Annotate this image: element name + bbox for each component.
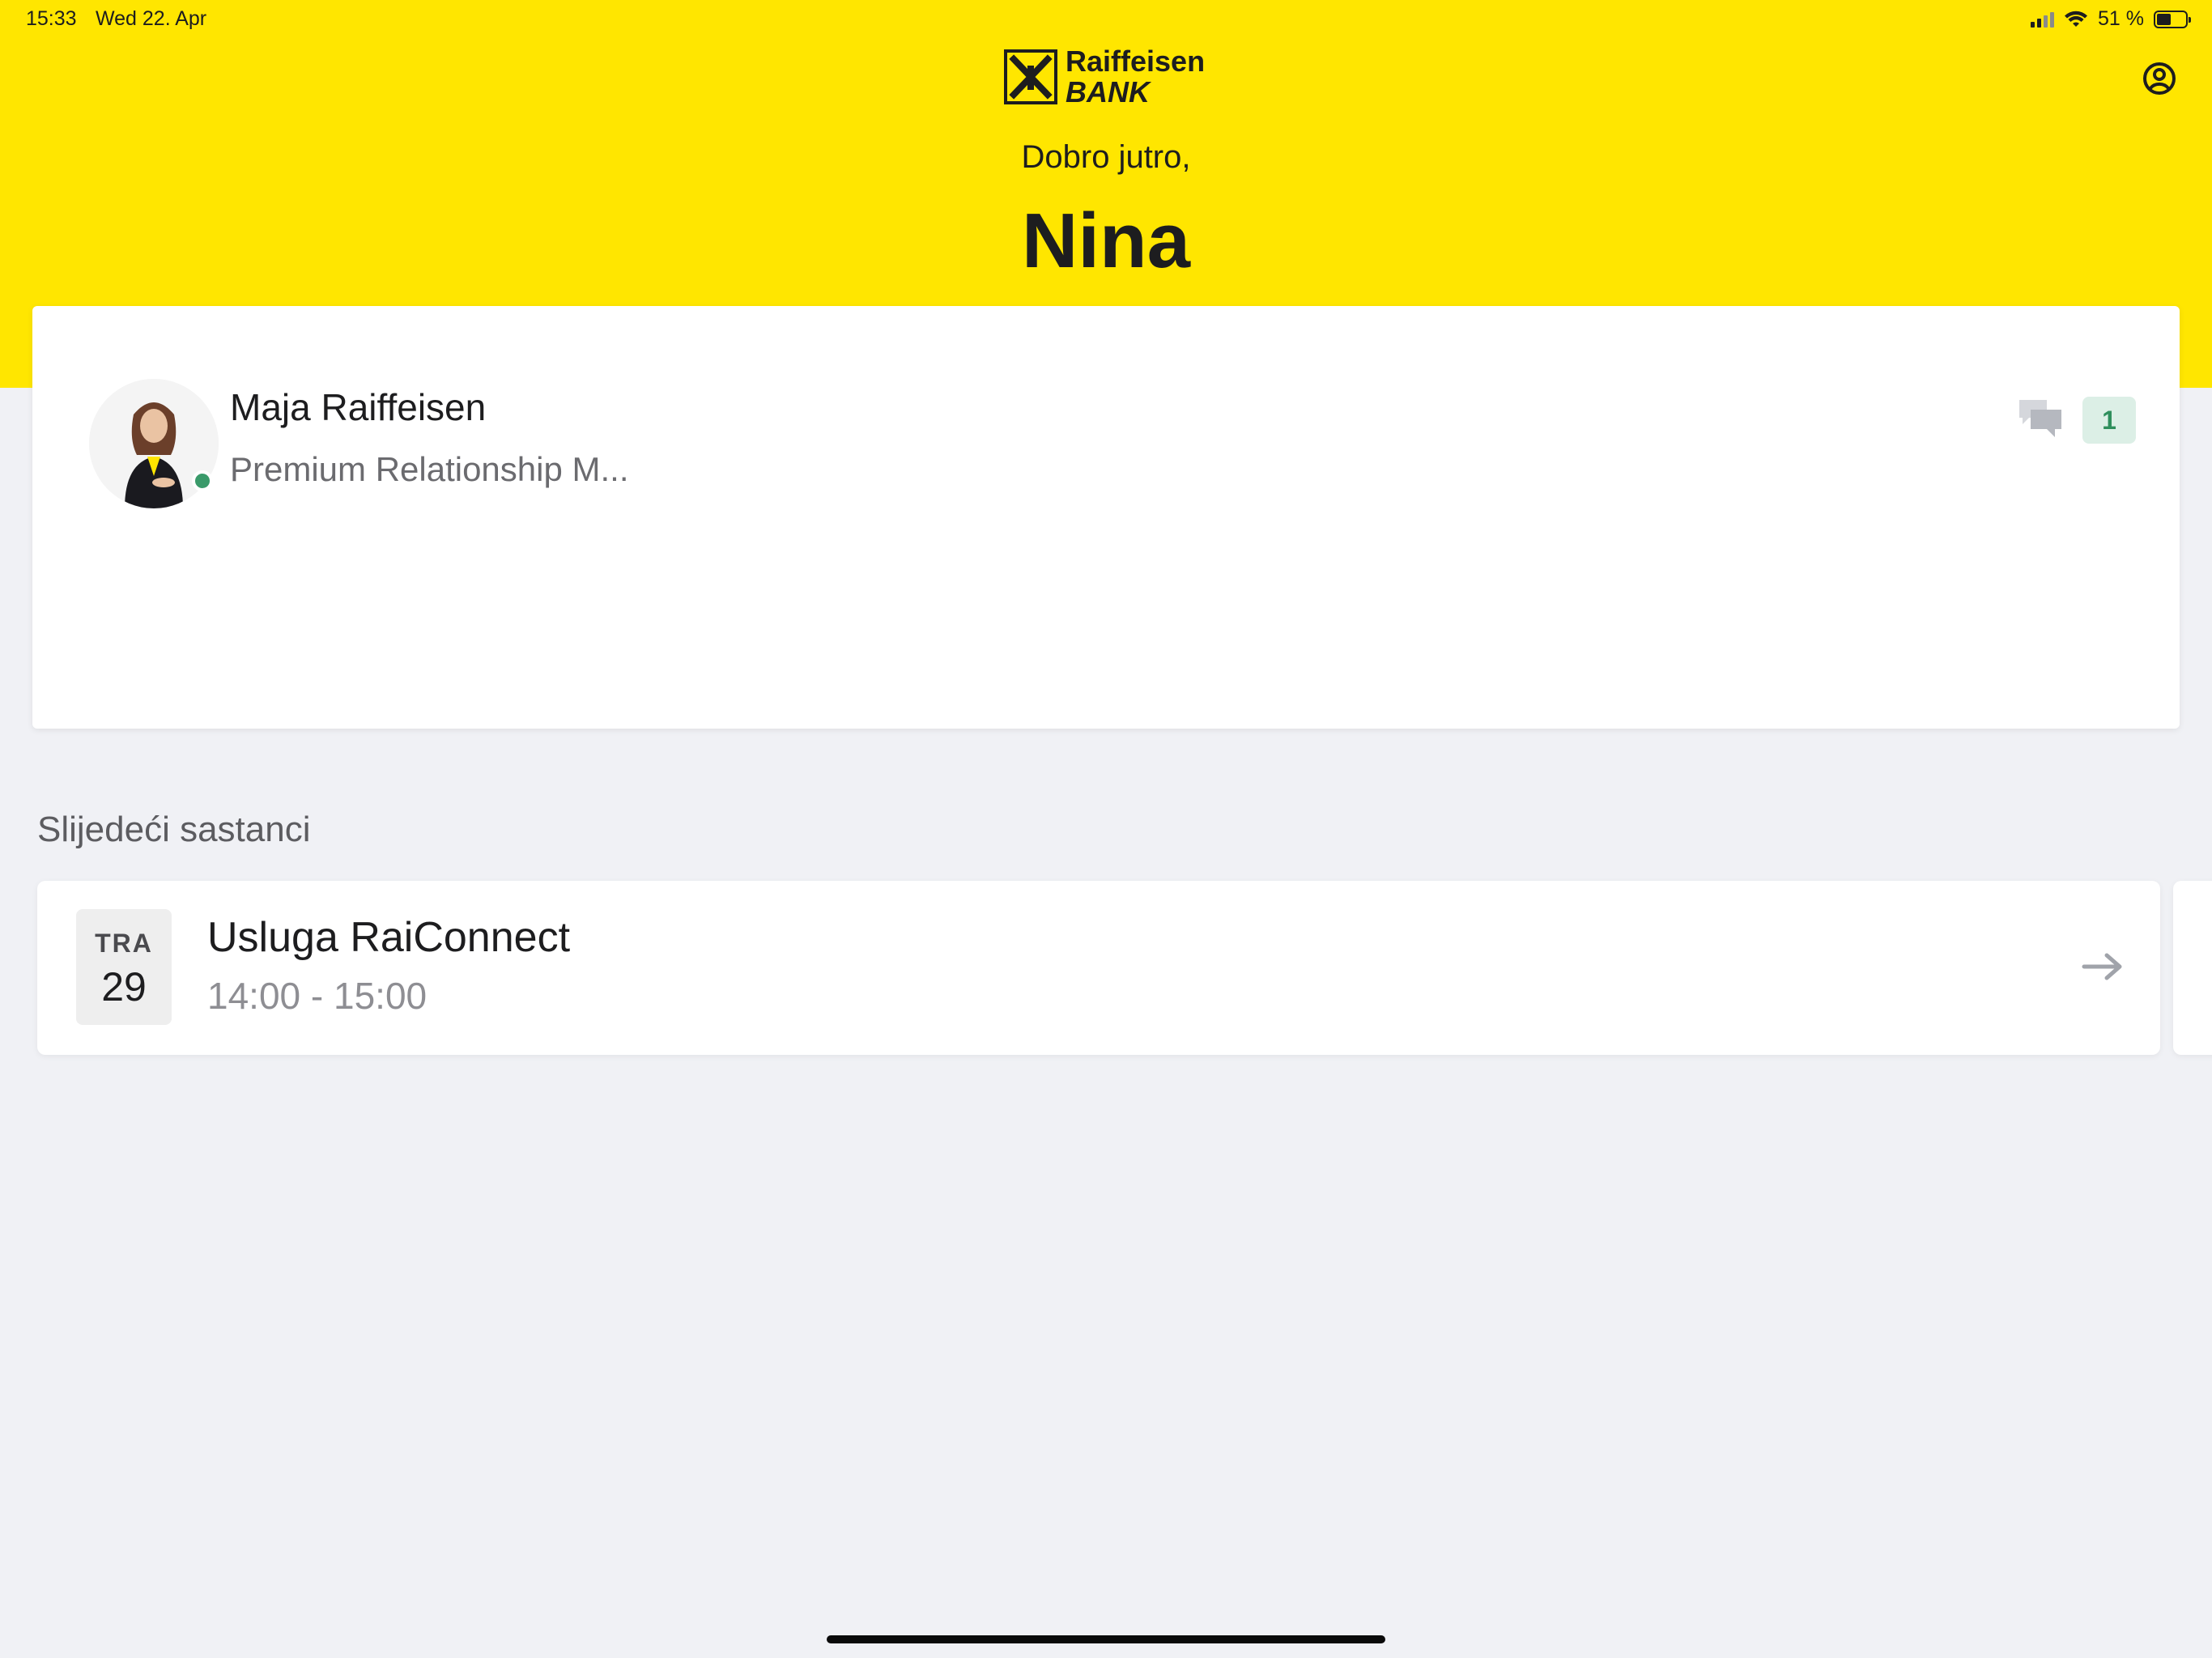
user-name: Nina — [1021, 198, 1191, 284]
arrow-right-icon — [2082, 953, 2122, 980]
unread-messages-badge: 1 — [2082, 397, 2136, 444]
meeting-title: Usluga RaiConnect — [207, 914, 571, 961]
online-status-indicator — [192, 470, 213, 491]
app-screen: 15:33 Wed 22. Apr 51 % Raiffeisen BANK D… — [0, 0, 2212, 1658]
battery-icon — [2154, 10, 2191, 28]
logo-text-line2: BANK — [1066, 75, 1150, 108]
cellular-signal-icon — [2031, 11, 2055, 28]
chat-button[interactable] — [2018, 398, 2063, 440]
advisor-name: Maja Raiffeisen — [230, 386, 487, 428]
user-circle-icon — [2143, 62, 2176, 95]
next-meeting-card-peek[interactable] — [2173, 881, 2212, 1055]
meeting-time: 14:00 - 15:00 — [207, 975, 428, 1017]
home-indicator[interactable] — [827, 1635, 1385, 1643]
open-meeting-button[interactable] — [2081, 947, 2125, 986]
meeting-card[interactable]: TRA 29 Usluga RaiConnect 14:00 - 15:00 — [37, 881, 2160, 1055]
meeting-month: TRA — [95, 929, 153, 958]
meeting-day: 29 — [101, 964, 147, 1010]
chat-bubbles-icon — [2019, 400, 2061, 437]
battery-percentage: 51 % — [2098, 7, 2144, 30]
raiffeisen-logo: Raiffeisen BANK — [1004, 46, 1205, 108]
status-time: 15:33 — [26, 7, 77, 30]
profile-button[interactable] — [2142, 62, 2176, 96]
raiffeisen-gable-icon — [1004, 49, 1057, 104]
advisor-role: Premium Relationship M... — [230, 450, 629, 488]
status-bar: 15:33 Wed 22. Apr 51 % — [0, 0, 2212, 37]
relationship-manager-card[interactable]: Maja Raiffeisen Premium Relationship M..… — [32, 306, 2180, 729]
logo-text-line1: Raiffeisen — [1066, 45, 1206, 78]
upcoming-meetings-title: Slijedeći sastanci — [37, 810, 311, 849]
status-date: Wed 22. Apr — [96, 7, 207, 30]
meeting-date-box: TRA 29 — [76, 909, 172, 1025]
wifi-icon — [2065, 11, 2088, 27]
status-indicators: 51 % — [2031, 7, 2191, 31]
greeting-text: Dobro jutro, — [1021, 139, 1191, 175]
